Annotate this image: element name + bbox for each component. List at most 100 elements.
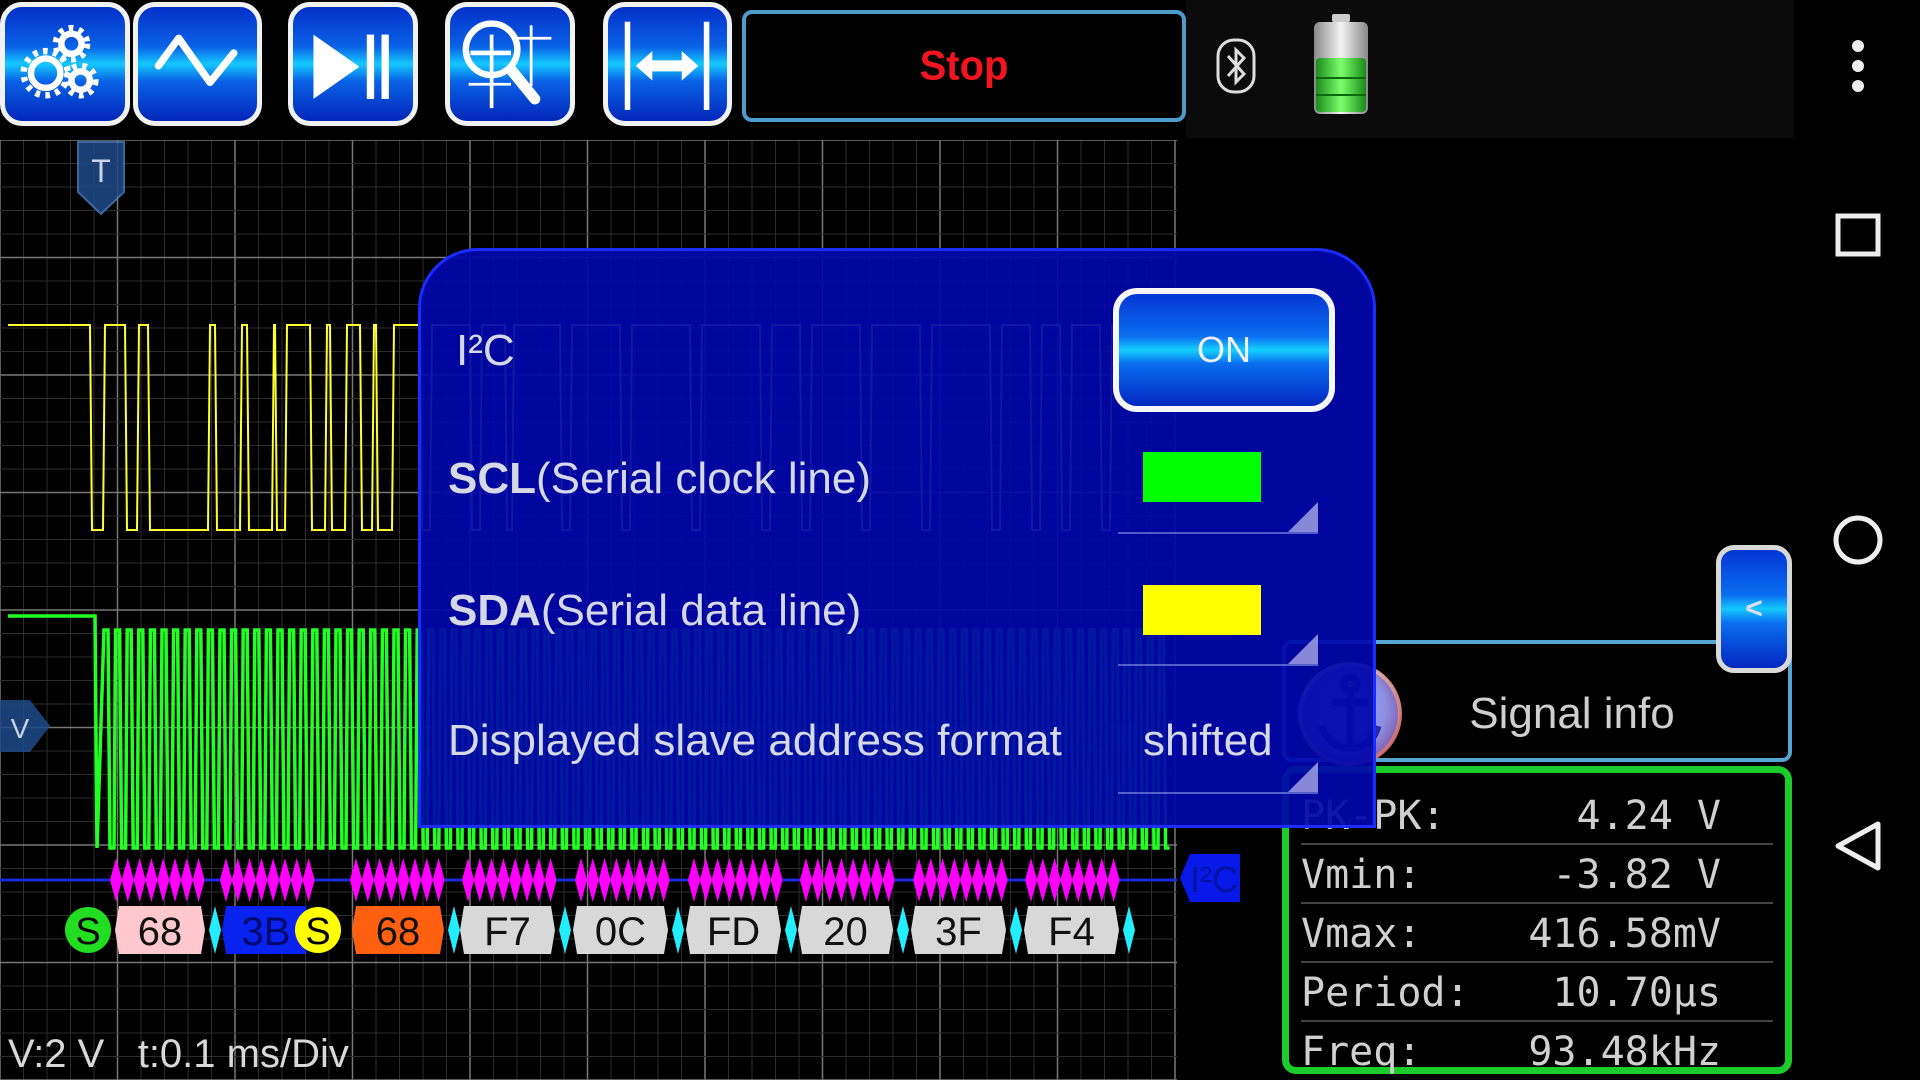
decoder-toggle-button[interactable]: ON	[1113, 288, 1335, 412]
scl-color-swatch[interactable]	[1143, 452, 1261, 502]
circle-icon	[1833, 515, 1882, 565]
sda-dropdown-underline	[1118, 664, 1318, 666]
bit-marker	[192, 858, 205, 902]
ack-marker	[209, 906, 221, 954]
bit-marker	[1025, 858, 1037, 902]
bit-marker	[823, 858, 836, 902]
address-format-label: Displayed slave address format	[448, 716, 1062, 765]
decoded-byte-value: 3B	[242, 910, 291, 954]
bit-marker	[180, 858, 193, 902]
bit-marker	[622, 858, 635, 902]
scl-dropdown-arrow-icon[interactable]	[1288, 502, 1318, 532]
trigger-marker-label: T	[91, 153, 111, 189]
bit-marker	[1072, 858, 1085, 902]
bit-marker	[1095, 858, 1108, 902]
decoder-channel-tag[interactable]: I²C	[1180, 852, 1240, 904]
home-button[interactable]	[1795, 512, 1920, 568]
run-pause-button[interactable]	[288, 2, 418, 126]
decoded-byte-value: F7	[484, 910, 531, 954]
recents-button[interactable]	[1795, 212, 1920, 260]
triangle-back-icon	[1835, 821, 1880, 871]
address-format-select[interactable]: shifted	[1143, 716, 1273, 766]
bit-marker	[544, 858, 557, 902]
decoded-label: S	[305, 911, 330, 953]
bit-marker	[983, 858, 996, 902]
bit-marker	[462, 858, 474, 902]
toggle-label: ON	[1197, 329, 1251, 370]
bluetooth-icon[interactable]	[1214, 38, 1258, 94]
back-button[interactable]	[1795, 818, 1920, 874]
bit-marker	[290, 858, 303, 902]
bit-marker	[532, 858, 545, 902]
bit-marker	[157, 858, 170, 902]
decoded-byte-value: FD	[707, 910, 760, 954]
chevron-left-icon: <	[1745, 592, 1763, 625]
bit-marker	[688, 858, 700, 902]
bit-marker	[758, 858, 771, 902]
collapse-panel-button[interactable]: <	[1716, 545, 1792, 673]
ack-marker	[672, 906, 684, 954]
bit-marker	[723, 858, 736, 902]
bit-marker	[924, 858, 937, 902]
bit-marker	[302, 858, 315, 902]
bit-marker	[243, 858, 256, 902]
bit-marker	[847, 858, 860, 902]
bit-marker	[385, 858, 398, 902]
bit-marker	[373, 858, 386, 902]
bit-marker	[497, 858, 510, 902]
trigger-marker[interactable]: T	[74, 140, 128, 216]
bit-marker	[220, 858, 232, 902]
bit-marker	[485, 858, 498, 902]
voltage-level-marker[interactable]: V	[0, 698, 52, 754]
sine-wave-icon	[154, 34, 238, 87]
bit-marker	[800, 858, 812, 902]
bit-marker	[473, 858, 486, 902]
bit-marker	[586, 858, 599, 902]
auto-fit-button[interactable]	[603, 2, 732, 126]
sda-color-swatch[interactable]	[1143, 585, 1261, 635]
fit-horizontal-icon	[624, 21, 710, 110]
decoded-byte-value: 0C	[595, 910, 646, 954]
ack-marker	[785, 906, 797, 954]
more-vertical-icon	[1851, 40, 1864, 92]
bit-marker	[121, 858, 134, 902]
format-dropdown-arrow-icon[interactable]	[1288, 762, 1318, 792]
decoded-byte-value: F4	[1048, 910, 1095, 954]
ack-marker	[1010, 906, 1022, 954]
bit-marker	[1060, 858, 1073, 902]
bit-marker	[1107, 858, 1120, 902]
voltage-marker-label: V	[11, 713, 30, 744]
bit-marker	[960, 858, 973, 902]
decoded-byte-value: 68	[376, 910, 421, 954]
bit-marker	[747, 858, 759, 902]
bit-marker	[255, 858, 268, 902]
channels-button[interactable]	[133, 2, 262, 126]
bit-marker	[913, 858, 925, 902]
stat-row-freq: Freq: 93.48kHz	[1301, 1029, 1721, 1075]
bit-marker	[936, 858, 949, 902]
sda-dropdown-arrow-icon[interactable]	[1288, 634, 1318, 664]
bit-marker	[509, 858, 522, 902]
bit-marker	[145, 858, 158, 902]
cursor-measure-button[interactable]	[445, 2, 575, 126]
bit-marker	[711, 858, 724, 902]
bit-marker	[610, 858, 623, 902]
bit-marker	[409, 858, 421, 902]
ack-marker	[1123, 906, 1135, 954]
magnifier-cursor-icon	[462, 20, 552, 109]
bit-marker	[770, 858, 783, 902]
decoded-bit-markers	[110, 858, 1120, 902]
settings-button[interactable]	[0, 2, 130, 126]
bit-marker	[231, 858, 244, 902]
more-options-button[interactable]	[1795, 38, 1920, 94]
bit-marker	[598, 858, 611, 902]
run-stop-status-button[interactable]: Stop	[742, 10, 1186, 122]
bit-marker	[972, 858, 984, 902]
decoded-bytes: S 68 3B S 68 F7 0C FD 20 3F F4	[65, 906, 1135, 954]
square-icon	[1835, 213, 1880, 257]
bit-marker	[575, 858, 587, 902]
bit-marker	[657, 858, 670, 902]
toolbar-background	[1186, 0, 1794, 138]
bit-marker	[735, 858, 748, 902]
bit-marker	[267, 858, 280, 902]
